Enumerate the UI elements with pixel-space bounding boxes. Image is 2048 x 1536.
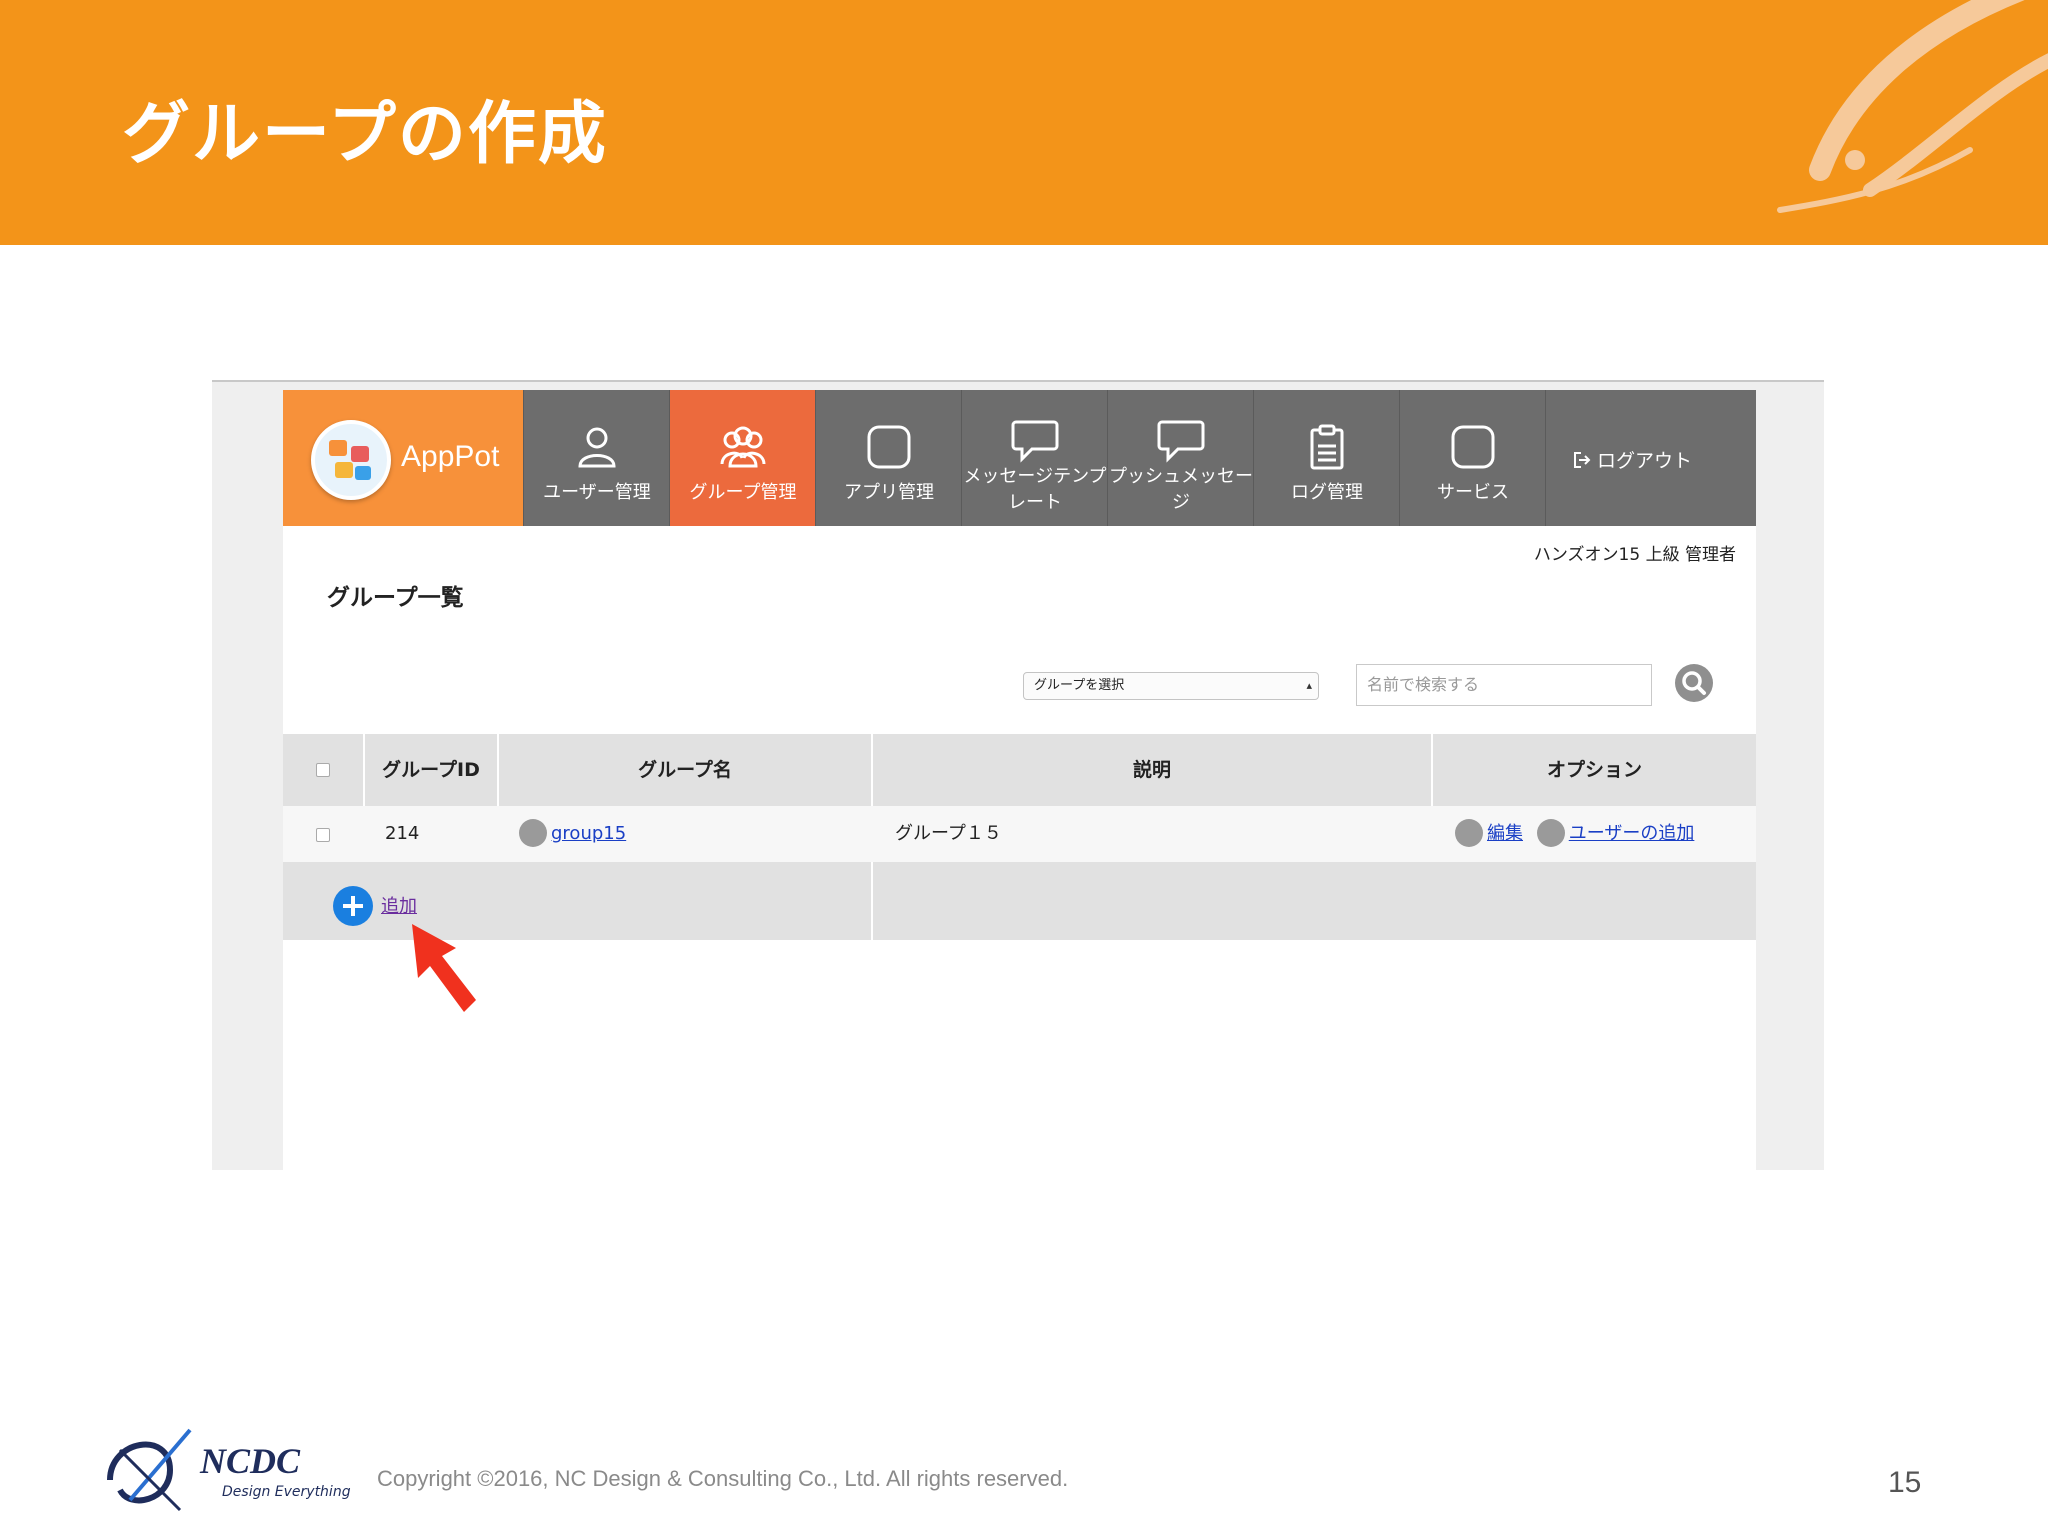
- nav-app-management[interactable]: アプリ管理: [815, 390, 961, 526]
- nav-label-line1: メッセージテンプ: [963, 466, 1107, 487]
- column-header-description: 説明: [871, 734, 1431, 806]
- column-header-group-name[interactable]: グループ名: [497, 734, 871, 806]
- footer-divider: [871, 862, 873, 940]
- top-navbar: AppPot ユーザー管理 グループ管理 アプリ管理 メッセージテンプ レート …: [283, 390, 1756, 526]
- nav-label: アプリ管理: [844, 482, 934, 503]
- table-header: グループID グループ名 説明 オプション: [283, 734, 1756, 806]
- nav-service[interactable]: サービス: [1399, 390, 1545, 526]
- slide-title: グループの作成: [122, 95, 608, 174]
- add-plus-icon[interactable]: [333, 886, 373, 926]
- edit-link[interactable]: 編集: [1487, 823, 1523, 844]
- company-name: NCDC: [200, 1441, 301, 1481]
- add-group-link[interactable]: 追加: [381, 892, 417, 918]
- group-icon: [720, 426, 766, 468]
- slide-header: グループの作成: [0, 0, 2048, 245]
- edit-pencil-icon: [1455, 819, 1483, 847]
- page-heading: グループ一覧: [327, 585, 464, 611]
- apppot-logo-icon: [311, 420, 391, 500]
- nav-push-message[interactable]: プッシュメッセー ジ: [1107, 390, 1253, 526]
- group-avatar-icon: [519, 819, 547, 847]
- column-header-group-id[interactable]: グループID: [363, 734, 497, 806]
- copyright-notice: Copyright ©2016, NC Design & Consulting …: [377, 1466, 1069, 1491]
- nav-label: プッシュメッセー ジ: [1108, 464, 1254, 516]
- group-id-cell: 214: [385, 823, 420, 844]
- search-button[interactable]: [1675, 664, 1713, 702]
- clipboard-icon: [1310, 424, 1344, 470]
- group-name-cell: group15: [519, 806, 626, 862]
- table-footer: 追加: [283, 862, 1756, 940]
- select-arrows-icon: ▴: [1306, 679, 1312, 692]
- nav-message-template[interactable]: メッセージテンプ レート: [961, 390, 1107, 526]
- page-number: 15: [1888, 1466, 1922, 1499]
- table-row: 214 group15 グループ１５ 編集 ユーザーの追加: [283, 806, 1756, 862]
- current-user-label: ハンズオン15 上級 管理者: [1533, 545, 1736, 565]
- brand-logo-area[interactable]: AppPot: [283, 390, 523, 526]
- callout-arrow-icon: [412, 924, 476, 1012]
- nav-label-line2: ジ: [1172, 492, 1190, 513]
- options-cell: 編集 ユーザーの追加: [1455, 806, 1694, 862]
- speech-bubble-icon: [1011, 420, 1059, 463]
- app-icon: [867, 425, 911, 469]
- search-icon: [1682, 671, 1706, 695]
- search-input[interactable]: 名前で検索する: [1356, 664, 1652, 706]
- nav-log-management[interactable]: ログ管理: [1253, 390, 1399, 526]
- nav-group-management[interactable]: グループ管理: [669, 390, 815, 526]
- column-header-options: オプション: [1431, 734, 1756, 806]
- group-name-link[interactable]: group15: [551, 823, 626, 844]
- select-all-checkbox[interactable]: [316, 763, 330, 777]
- group-select-dropdown[interactable]: グループを選択 ▴: [1023, 672, 1319, 700]
- nav-label: メッセージテンプ レート: [962, 464, 1108, 516]
- nav-label: サービス: [1437, 482, 1509, 503]
- nav-label: グループ管理: [689, 482, 797, 503]
- nav-label: ログ管理: [1291, 482, 1363, 503]
- logout-label: ログアウト: [1597, 450, 1693, 472]
- decorative-swirl-icon: [1777, 0, 2048, 213]
- brand-name: AppPot: [401, 440, 500, 473]
- nav-label-line1: プッシュメッセー: [1109, 466, 1253, 487]
- select-all-cell: [283, 734, 363, 806]
- logout-icon: [1574, 452, 1591, 468]
- description-cell: グループ１５: [895, 823, 1002, 844]
- user-icon: [578, 427, 616, 468]
- service-icon: [1451, 425, 1495, 469]
- group-select-value: グループを選択: [1034, 678, 1125, 693]
- apppot-console: AppPot ユーザー管理 グループ管理 アプリ管理 メッセージテンプ レート …: [283, 390, 1756, 1170]
- company-tagline: Design Everything: [222, 1484, 351, 1500]
- nav-user-management[interactable]: ユーザー管理: [523, 390, 669, 526]
- add-user-icon: [1536, 819, 1565, 847]
- screenshot-frame: AppPot ユーザー管理 グループ管理 アプリ管理 メッセージテンプ レート …: [212, 380, 1824, 1170]
- nav-label-line2: レート: [1008, 492, 1062, 513]
- add-user-link[interactable]: ユーザーの追加: [1569, 823, 1695, 844]
- logout-button[interactable]: ログアウト: [1573, 446, 1692, 473]
- row-checkbox[interactable]: [316, 828, 330, 842]
- nav-label: ユーザー管理: [543, 482, 651, 503]
- speech-bubble-icon: [1157, 420, 1205, 463]
- ncdc-logo-icon: [107, 1428, 192, 1512]
